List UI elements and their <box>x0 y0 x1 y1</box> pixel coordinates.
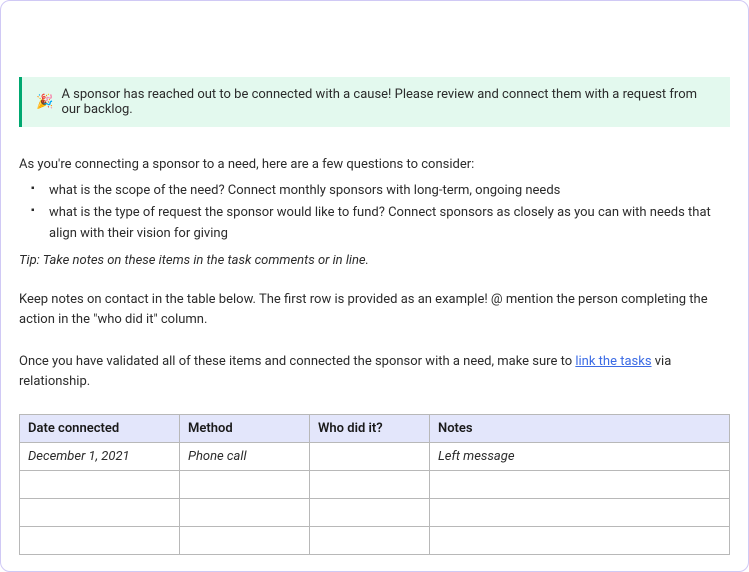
notes-paragraph: Keep notes on contact in the table below… <box>19 290 730 330</box>
cell-date[interactable] <box>20 527 180 555</box>
table-row[interactable] <box>20 527 730 555</box>
cell-who[interactable] <box>310 527 430 555</box>
cell-date[interactable] <box>20 499 180 527</box>
cell-who[interactable] <box>310 443 430 471</box>
sponsor-callout: 🎉 A sponsor has reached out to be connec… <box>19 77 730 127</box>
cell-notes[interactable] <box>430 499 730 527</box>
document-page: 🎉 A sponsor has reached out to be connec… <box>0 0 749 572</box>
cell-date[interactable]: December 1, 2021 <box>20 443 180 471</box>
link-the-tasks-link[interactable]: link the tasks <box>575 354 651 369</box>
document-body: 🎉 A sponsor has reached out to be connec… <box>19 19 730 555</box>
table-row[interactable] <box>20 471 730 499</box>
col-date: Date connected <box>20 415 180 443</box>
table-row[interactable]: December 1, 2021 Phone call Left message <box>20 443 730 471</box>
question-item: what is the scope of the need? Connect m… <box>37 181 730 202</box>
col-who: Who did it? <box>310 415 430 443</box>
col-notes: Notes <box>430 415 730 443</box>
col-method: Method <box>180 415 310 443</box>
cell-method[interactable] <box>180 527 310 555</box>
cell-who[interactable] <box>310 499 430 527</box>
validate-before: Once you have validated all of these ite… <box>19 354 575 369</box>
contact-log-table[interactable]: Date connected Method Who did it? Notes … <box>19 414 730 555</box>
question-item: what is the type of request the sponsor … <box>37 203 730 245</box>
intro-text: As you're connecting a sponsor to a need… <box>19 155 730 175</box>
callout-text: A sponsor has reached out to be connecte… <box>61 87 716 117</box>
tip-text: Tip: Take notes on these items in the ta… <box>19 253 730 268</box>
cell-method[interactable]: Phone call <box>180 443 310 471</box>
party-popper-icon: 🎉 <box>36 95 53 109</box>
cell-who[interactable] <box>310 471 430 499</box>
questions-list: what is the scope of the need? Connect m… <box>19 181 730 245</box>
cell-notes[interactable]: Left message <box>430 443 730 471</box>
table-header-row: Date connected Method Who did it? Notes <box>20 415 730 443</box>
cell-method[interactable] <box>180 471 310 499</box>
validate-paragraph: Once you have validated all of these ite… <box>19 352 730 392</box>
cell-date[interactable] <box>20 471 180 499</box>
cell-notes[interactable] <box>430 471 730 499</box>
table-row[interactable] <box>20 499 730 527</box>
cell-notes[interactable] <box>430 527 730 555</box>
cell-method[interactable] <box>180 499 310 527</box>
